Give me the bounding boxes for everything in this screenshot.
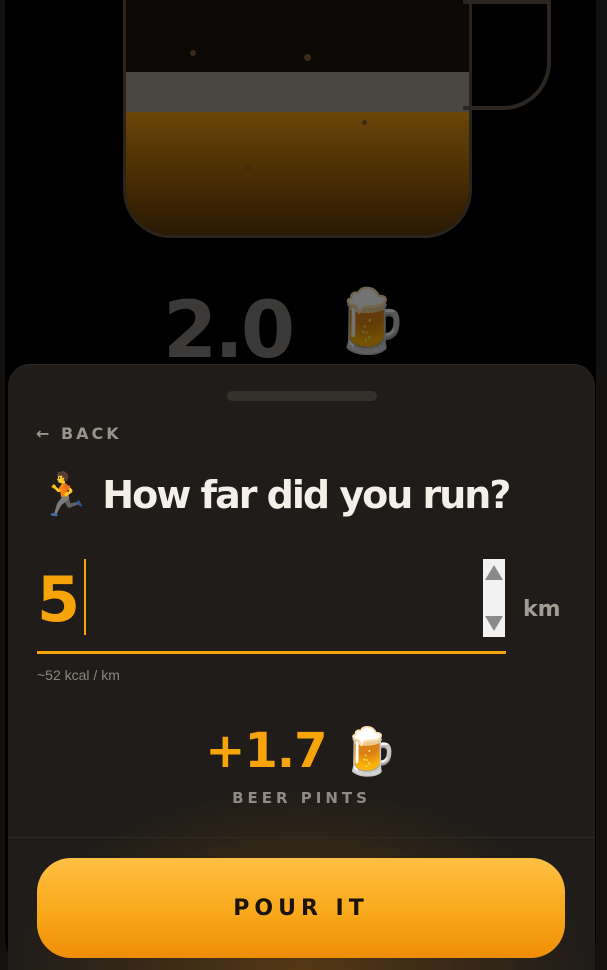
pints-result-line: +1.7 🍺	[8, 723, 595, 779]
beer-liquid	[126, 112, 469, 235]
activity-bottom-sheet: ← BACK 🏃 How far did you run? km ~52 kca…	[8, 364, 595, 970]
question-heading: 🏃 How far did you run?	[38, 470, 511, 519]
beer-mug-icon: 🍺	[331, 284, 409, 357]
question-title: How far did you run?	[102, 473, 511, 517]
distance-unit: km	[523, 597, 561, 622]
beer-foam	[126, 72, 469, 112]
distance-input-row	[37, 559, 506, 654]
calorie-hint: ~52 kcal / km	[37, 667, 120, 683]
runner-icon: 🏃	[38, 470, 91, 519]
beer-mug-icon: 🍺	[340, 724, 398, 778]
pints-result-value: +1.7	[205, 723, 327, 779]
mug-handle	[463, 0, 551, 110]
spinner-up-arrow-icon[interactable]	[485, 565, 503, 580]
text-caret	[84, 559, 86, 635]
pour-it-button[interactable]: POUR IT	[37, 858, 565, 958]
back-button[interactable]: ← BACK	[36, 424, 122, 443]
divider	[8, 837, 595, 838]
bubble	[246, 166, 250, 170]
total-pints-value: 2.0	[163, 286, 295, 376]
pints-result-label: BEER PINTS	[232, 789, 371, 807]
pints-result: +1.7 🍺 BEER PINTS	[8, 723, 595, 807]
bubble	[190, 50, 196, 56]
spinner-down-arrow-icon[interactable]	[485, 616, 503, 631]
number-spinner[interactable]	[483, 559, 505, 637]
beer-mug-illustration	[123, 0, 472, 238]
bubble	[304, 54, 311, 61]
bubble	[362, 120, 367, 125]
sheet-grabber-handle[interactable]	[227, 391, 377, 401]
distance-input[interactable]	[37, 559, 477, 639]
